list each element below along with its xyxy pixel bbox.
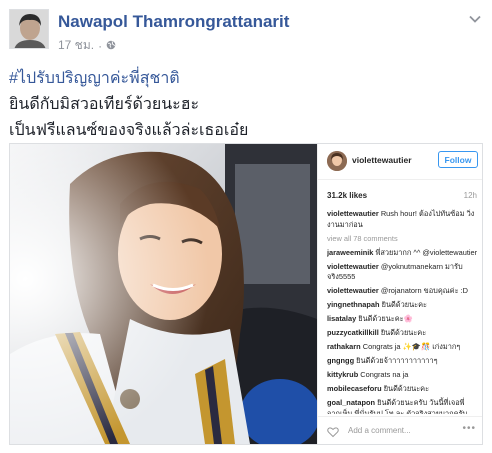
author-name-link[interactable]: Nawapol Thamrongrattanarit <box>58 12 289 32</box>
comment-text: พี่สวยมากก ^^ @violettewautier <box>375 247 478 257</box>
comment-item: kittykrub Congrats na ja <box>327 370 479 381</box>
comment-user[interactable]: violettewautier <box>327 209 379 218</box>
add-comment-input[interactable]: Add a comment... <box>348 426 411 435</box>
instagram-username-link[interactable]: violettewautier <box>352 155 412 165</box>
comment-user[interactable]: mobilecaseforu <box>327 384 382 393</box>
comments-list: violettewautier Rush hour! ต้องไปทันซ้อม… <box>327 209 479 414</box>
instagram-panel: violettewautier Follow 31.2k likes 12h v… <box>317 144 482 444</box>
instagram-user-avatar[interactable] <box>327 151 347 171</box>
post-age: 12h <box>463 191 477 200</box>
post-text: #ไปรับปริญญาค่ะพี่สุชาติ ยินดีกับมิสวอเท… <box>9 66 479 144</box>
comment-item: yingnethnapah ยินดีด้วยนะคะ <box>327 300 479 311</box>
comment-text: Congrats ja ✨🎓🎊 เก่งมากๆ <box>362 342 461 351</box>
comment-text: ยินดีด้วยจ้าาาาาาาาาาาๆ <box>356 356 438 365</box>
more-options-icon[interactable]: ••• <box>462 423 476 434</box>
comment-user[interactable]: kittykrub <box>327 370 358 379</box>
comment-item: rathakarn Congrats ja ✨🎓🎊 เก่งมากๆ <box>327 342 479 353</box>
comment-item: jaraweeminik พี่สวยมากก ^^ @violettewaut… <box>327 248 479 259</box>
comment-item: violettewautier @yoknutmanekarn มารับจริ… <box>327 262 479 283</box>
globe-icon <box>106 39 116 53</box>
comment-user[interactable]: lisatalay <box>327 314 356 323</box>
author-avatar[interactable] <box>9 9 49 49</box>
likes-count[interactable]: 31.2k likes <box>327 191 367 200</box>
post-timestamp[interactable]: 17 ชม. <box>58 36 94 55</box>
comment-text: Congrats na ja <box>360 370 409 379</box>
post-text-line-1: ยินดีกับมิสวอเทียร์ด้วยนะฮะ <box>9 96 200 113</box>
comment-text: ยินดีด้วยนะคะ <box>380 328 427 337</box>
comment-user[interactable]: violettewautier <box>327 262 379 271</box>
comment-text: ยินดีด้วยนะคะ <box>381 300 428 309</box>
graduation-selfie-photo <box>10 144 317 444</box>
comment-user[interactable]: jaraweeminik <box>327 248 373 257</box>
instagram-header: violettewautier Follow <box>318 144 482 180</box>
comment-text: @rojanatorn ขอบคุณค่ะ :D <box>380 286 468 295</box>
view-all-comments-link[interactable]: view all 78 comments <box>327 234 479 245</box>
hashtag-link[interactable]: #ไปรับปริญญาค่ะพี่สุชาติ <box>9 66 479 92</box>
comment-text: ยินดีด้วยนะคะ🌸 <box>358 314 413 323</box>
post-photo-instagram-screenshot[interactable]: violettewautier Follow 31.2k likes 12h v… <box>9 143 483 445</box>
comment-item: puzzycatkillkill ยินดีด้วยนะคะ <box>327 328 479 339</box>
comment-item: lisatalay ยินดีด้วยนะคะ🌸 <box>327 314 479 325</box>
instagram-stats: 31.2k likes 12h <box>327 191 477 200</box>
follow-button[interactable]: Follow <box>438 151 478 168</box>
comment-text: ยินดีด้วยนะคะ <box>383 384 430 393</box>
comment-user[interactable]: rathakarn <box>327 342 361 351</box>
facebook-post: Nawapol Thamrongrattanarit 17 ชม. · #ไปร… <box>0 0 492 453</box>
comment-item: mobilecaseforu ยินดีด้วยนะคะ <box>327 384 479 395</box>
post-meta: 17 ชม. · <box>58 36 116 55</box>
comment-item: gngngg ยินดีด้วยจ้าาาาาาาาาาาๆ <box>327 356 479 367</box>
comment-item: violettewautier @rojanatorn ขอบคุณค่ะ :D <box>327 286 479 297</box>
post-text-line-2: เป็นฟรีแลนซ์ของจริงแล้วล่ะเธอเอ๋ย <box>9 122 249 139</box>
comment-item: goal_natapon ยินดีด้วยนะครับ วันนี้ที่เจ… <box>327 398 479 414</box>
post-options-chevron-icon[interactable] <box>468 12 482 26</box>
comment-user[interactable]: yingnethnapah <box>327 300 380 309</box>
add-comment-bar: Add a comment... ••• <box>318 416 482 444</box>
comment-user[interactable]: goal_natapon <box>327 398 375 407</box>
comment-user[interactable]: gngngg <box>327 356 354 365</box>
heart-icon[interactable] <box>327 425 339 438</box>
meta-separator: · <box>98 38 103 53</box>
comment-user[interactable]: violettewautier <box>327 286 379 295</box>
comment-user[interactable]: puzzycatkillkill <box>327 328 379 337</box>
comment-item: violettewautier Rush hour! ต้องไปทันซ้อม… <box>327 209 479 230</box>
